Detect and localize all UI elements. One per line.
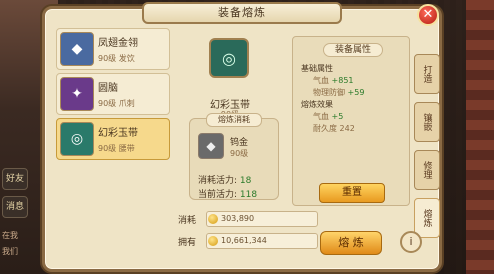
base-row: 气血 +851 [313,75,354,86]
gear-icon: ◎ [60,122,94,156]
list-item[interactable]: ◆ 凤翅金翎 90级 发饮 [56,28,170,70]
own-label: 拥有 [178,238,197,248]
attr-value: +851 [331,76,354,85]
friends-icon[interactable]: 好友 [2,168,28,190]
tab-repair[interactable]: 修理 [414,150,440,190]
smelt-row: 气血 +5 [313,111,343,122]
stamina-current-value: 118 [239,190,258,200]
attr-name: 物理防御 [313,88,345,97]
list-item[interactable]: ✦ 圆脑 90级 爪刺 [56,73,170,115]
consume-box: 熔炼消耗 ◆ 钨金 90级 消耗活力: 18 当前活力: 118 [189,113,279,200]
close-button[interactable]: ✕ [417,4,439,26]
item-level: 90级 [98,99,117,108]
attr-value: +59 [347,88,365,97]
overlay-text-2: 我们 [2,247,18,256]
right-scene [466,0,494,274]
smelt-label: 熔炼效果 [301,100,333,109]
reset-button[interactable]: 重置 [319,183,385,203]
item-meta: 90级 发饮 [98,53,135,64]
stamina-cost: 消耗活力: 18 [198,173,251,186]
item-meta: 90级 爪刺 [98,98,135,109]
window-title: 装备熔炼 [142,2,342,24]
stamina-cost-label: 消耗活力: [198,176,238,186]
attr-name: 气血 [313,76,329,85]
tab-forge[interactable]: 打造 [414,54,440,94]
own-value: 10,661,344 [206,233,318,249]
overlay-text-1: 在我 [2,231,18,240]
item-level: 90级 [98,54,117,63]
equipment-slot[interactable]: ◎ [209,38,249,78]
consume-label: 消耗 [178,216,197,226]
material-name: 钨金 [230,138,249,148]
chat-icon[interactable]: 消息 [2,196,28,218]
consume-row: 消耗 303,890 [176,210,318,228]
durability-value: 242 [339,124,355,133]
consume-value: 303,890 [206,211,318,227]
item-name: 幻彩玉带 [98,128,138,139]
item-name: 圆脑 [98,83,118,94]
item-type: 发饮 [118,54,135,63]
info-button[interactable]: i [400,231,422,253]
durability-label: 耐久度 [313,124,337,133]
coin-icon [208,214,218,224]
equipment-list: ◆ 凤翅金翎 90级 发饮 ✦ 圆脑 90级 爪刺 ◎ 幻彩玉带 90级 腰带 [56,28,170,163]
tab-inlay[interactable]: 镶嵌 [414,102,440,142]
gear-icon: ✦ [60,77,94,111]
durability-row: 耐久度 242 [313,123,355,134]
item-level: 90级 [98,144,117,153]
item-type: 爪刺 [118,99,135,108]
stamina-current-label: 当前活力: [198,190,238,200]
gear-icon: ◆ [60,32,94,66]
own-row: 拥有 10,661,344 + [176,232,335,250]
base-label: 基础属性 [301,64,333,73]
coin-icon [208,236,218,246]
material-level: 90级 [230,149,249,158]
attribute-panel: 装备属性 基础属性 气血 +851 物理防御 +59 熔炼效果 气血 +5 耐久… [292,36,410,206]
stamina-current: 当前活力: 118 [198,187,257,200]
item-meta: 90级 腰带 [98,143,135,154]
smelt-button[interactable]: 熔 炼 [320,231,382,255]
attr-name: 气血 [313,112,329,121]
list-item[interactable]: ◎ 幻彩玉带 90级 腰带 [56,118,170,160]
stamina-cost-value: 18 [239,176,252,186]
smelt-detail: ◎ 幻彩玉带 90级 熔炼消耗 ◆ 钨金 90级 消耗活力: 18 当前活力: … [176,28,284,204]
attr-value: +5 [331,112,344,121]
consume-title: 熔炼消耗 [206,113,262,127]
item-type: 腰带 [118,144,135,153]
item-name: 凤翅金翎 [98,38,138,49]
tab-smelt[interactable]: 熔炼 [414,198,440,238]
attribute-title: 装备属性 [323,43,383,57]
base-row: 物理防御 +59 [313,87,364,98]
material-icon[interactable]: ◆ [198,133,224,159]
